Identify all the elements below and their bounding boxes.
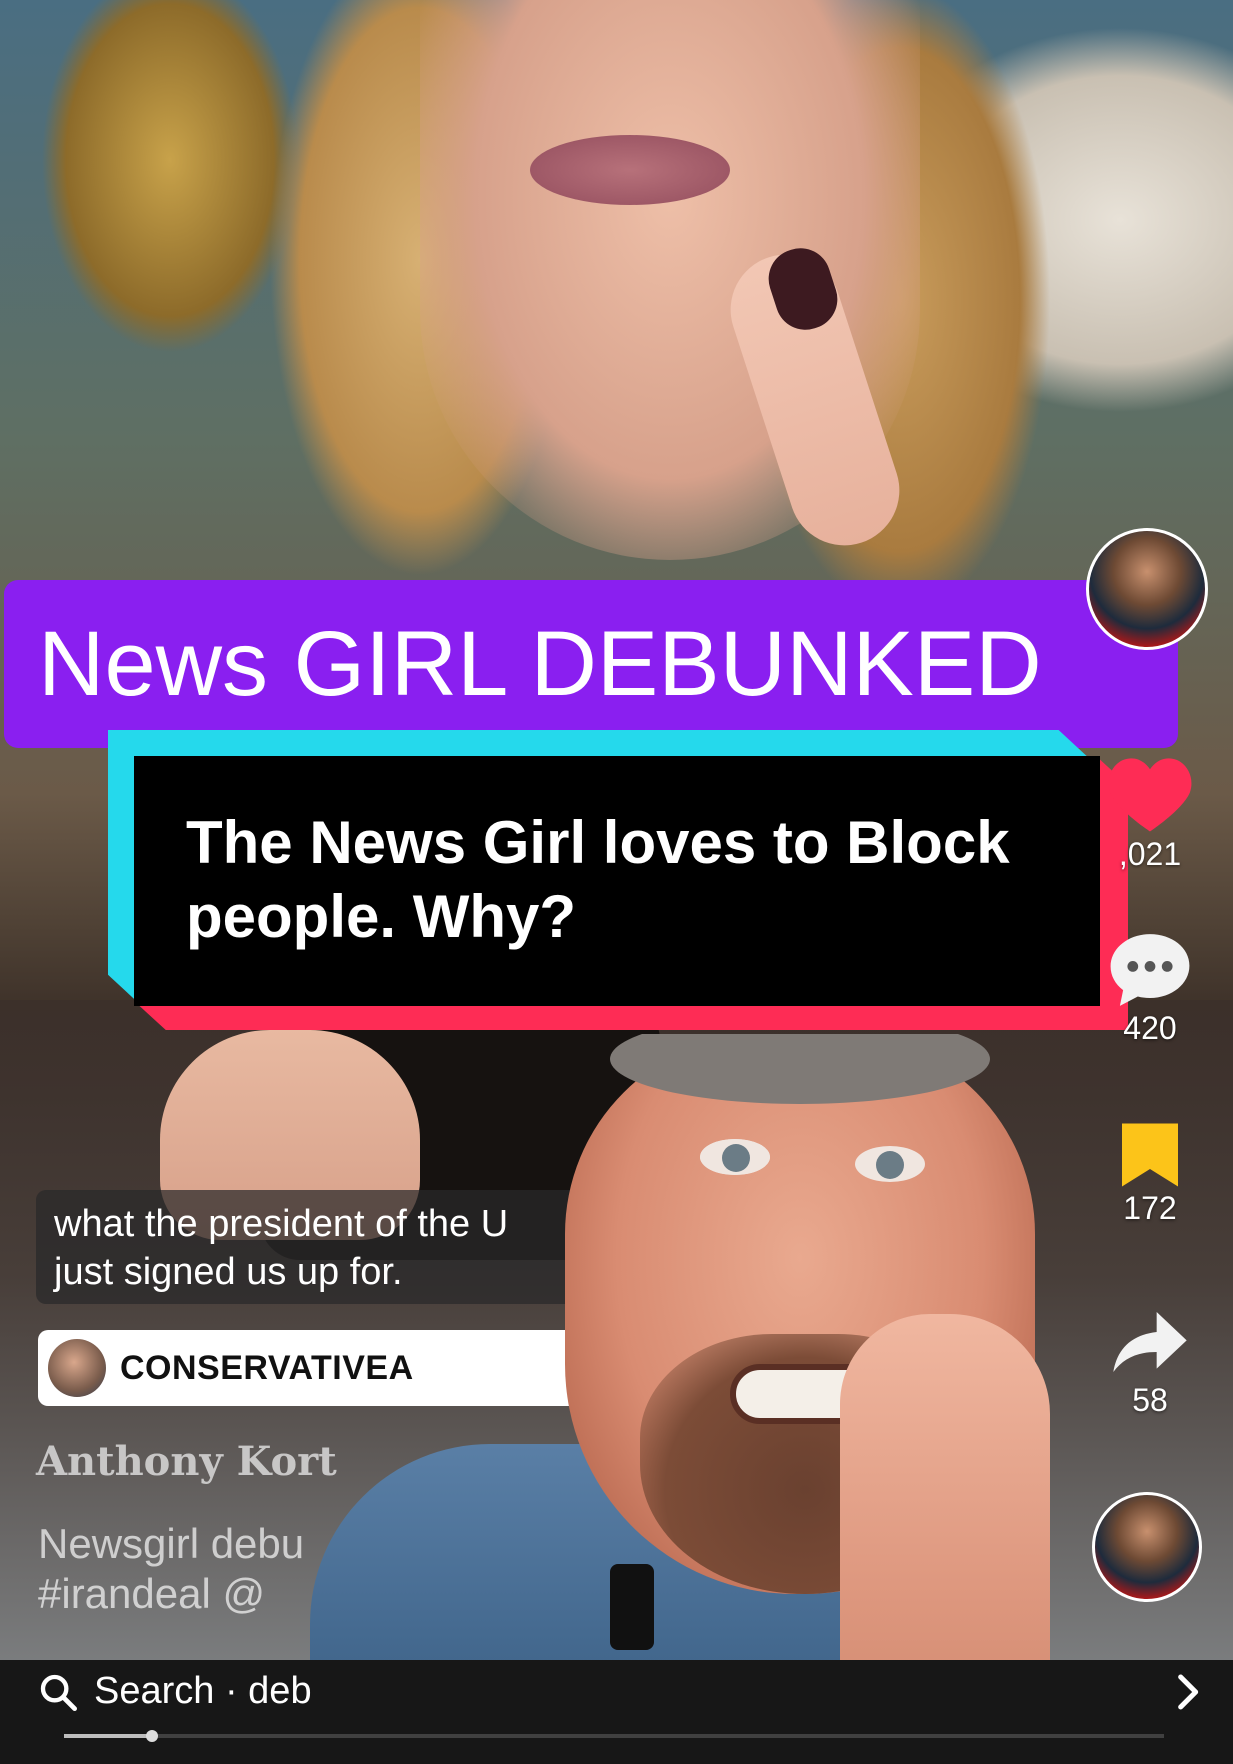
- creator-avatar[interactable]: [1086, 528, 1208, 650]
- heart-icon: [1108, 758, 1192, 832]
- video-progress-fill: [64, 1734, 152, 1738]
- username[interactable]: Anthony Kort: [36, 1438, 337, 1485]
- like-button[interactable]: ,021: [1100, 752, 1200, 873]
- overlay-creator-video: [310, 1034, 1052, 1764]
- share-arrow-icon: [1113, 1312, 1187, 1372]
- video-progress-handle[interactable]: [146, 1730, 158, 1742]
- background-lips: [530, 135, 730, 205]
- share-count: 58: [1132, 1382, 1168, 1418]
- comment-count: 420: [1123, 1010, 1177, 1046]
- bookmark-count: 172: [1123, 1190, 1177, 1226]
- search-icon[interactable]: [38, 1672, 78, 1712]
- share-button[interactable]: 58: [1100, 1302, 1200, 1419]
- description-line-1[interactable]: Newsgirl debu: [38, 1520, 304, 1568]
- comment-button[interactable]: 420: [1100, 930, 1200, 1047]
- description-line-2[interactable]: #irandeal @: [38, 1570, 265, 1618]
- caption-box: The News Girl loves to Block people. Why…: [108, 730, 1128, 1030]
- comment-icon: [1110, 934, 1190, 1006]
- like-count: ,021: [1118, 836, 1182, 872]
- caption-text-block: The News Girl loves to Block people. Why…: [134, 756, 1100, 1006]
- search-text[interactable]: Search · deb: [94, 1670, 312, 1713]
- tiktok-video-screen: News GIRL DEBUNKED The News Girl loves t…: [0, 0, 1233, 1764]
- creator-chip-avatar: [48, 1339, 106, 1397]
- caption-line-2: people. Why?: [186, 883, 576, 950]
- overlay-microphone: [610, 1564, 654, 1650]
- banner-title: News GIRL DEBUNKED: [4, 580, 1178, 748]
- chevron-right-icon[interactable]: [1172, 1672, 1206, 1712]
- bookmark-icon: [1122, 1123, 1178, 1187]
- bookmark-button[interactable]: 172: [1100, 1120, 1200, 1227]
- overlay-iris-left: [722, 1144, 750, 1172]
- overlay-iris-right: [876, 1151, 904, 1179]
- sound-disc-avatar[interactable]: [1092, 1492, 1202, 1602]
- caption-line-1: The News Girl loves to Block: [186, 809, 1010, 876]
- video-progress-track[interactable]: [64, 1734, 1164, 1738]
